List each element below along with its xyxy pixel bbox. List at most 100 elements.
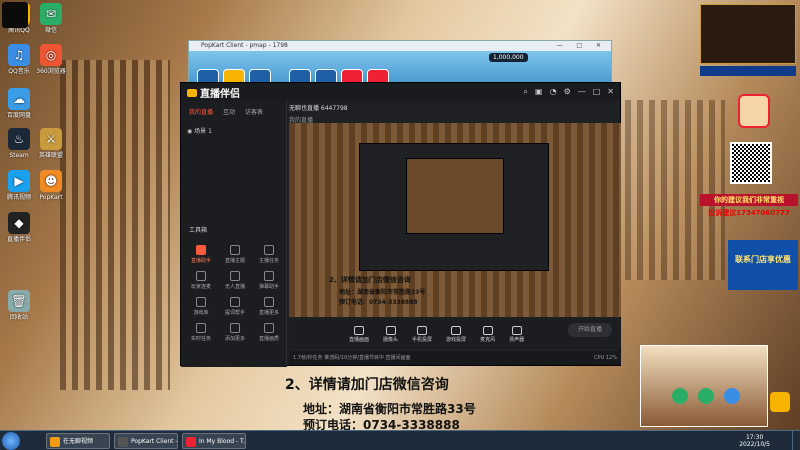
app-logo: 直播伴侣: [187, 85, 240, 100]
desktop-icon-label: 腾讯QQ: [8, 27, 30, 34]
control-icon: [482, 325, 493, 335]
toolbox-item[interactable]: 直播助手: [187, 245, 215, 264]
tool-label: 玩家连麦: [190, 284, 211, 290]
desktop-icon[interactable]: ✉ 微信: [34, 3, 68, 34]
control-icon: [354, 325, 364, 335]
desktop-icon[interactable]: ☁ 百度网盘: [2, 88, 36, 119]
task-label: 在无聊视频: [63, 438, 94, 445]
maximize-icon[interactable]: □: [593, 87, 601, 97]
app-icon: ▶: [8, 170, 30, 192]
customer-service-icon[interactable]: [672, 388, 688, 404]
tool-label: 主播任务: [258, 258, 279, 264]
gift-icon[interactable]: ▣: [535, 87, 543, 97]
start-live-button[interactable]: 开始直播: [568, 323, 612, 337]
toolbox-item[interactable]: 直播主题: [221, 245, 249, 264]
control-icon: [385, 325, 396, 335]
desktop-icon[interactable]: ▶ 腾讯视频: [2, 170, 36, 201]
desktop-icon[interactable]: ◎ 360浏览器: [34, 44, 68, 75]
game-window-titlebar[interactable]: PopKart Client - pmap - 1798 — □ ✕: [189, 41, 611, 51]
toolbox-item[interactable]: 无人直播: [221, 271, 249, 290]
desktop-icon[interactable]: ☻ PopKart: [34, 170, 68, 201]
tool-icon: [196, 245, 206, 255]
tool-label: 无人直播: [224, 284, 245, 290]
toolbox-item[interactable]: 直播更多: [255, 297, 283, 316]
taskbar-clock[interactable]: 17:30 2022/10/5: [739, 434, 770, 448]
tab-visitors[interactable]: 访客表: [245, 107, 263, 116]
tool-icon: [196, 323, 206, 333]
tool-icon: [230, 245, 240, 255]
preview-canvas[interactable]: 2、详情请加门店微信咨询 地址：湖南省衡阳市常胜路33号 预订电话：0734-3…: [289, 123, 621, 317]
toolbox-item[interactable]: 直播画质: [255, 323, 283, 342]
show-desktop-button[interactable]: [792, 431, 800, 450]
tab-interact[interactable]: 互动: [223, 107, 235, 116]
app-icon: 🗑: [8, 290, 30, 312]
desktop-icon[interactable]: ♨ Steam: [2, 128, 36, 159]
scene-item[interactable]: ◉ 场景 1: [181, 122, 286, 139]
toolbox-item[interactable]: 弹幕助手: [255, 271, 283, 290]
tool-label: 添加更多: [224, 336, 245, 342]
corner-logo: [2, 2, 28, 28]
tool-label: 提词帮手: [224, 310, 245, 316]
wallpaper-shelf-left: [60, 60, 170, 390]
desktop-icon[interactable]: ◆ 直播伴侣: [2, 212, 36, 243]
control-button[interactable]: 麦克风: [480, 325, 495, 343]
toolbox-item[interactable]: 实时任务: [187, 323, 215, 342]
live-companion-window[interactable]: 直播伴侣 ⌕ ▣ ◔ ⚙ — □ ✕ 我的直播 互动 访客表 ◉ 场景 1 工具…: [180, 82, 621, 367]
tool-label: 弹幕助手: [258, 284, 279, 290]
phone-icon[interactable]: [698, 388, 714, 404]
corner-app-icon[interactable]: [770, 392, 790, 412]
status-left: 1.7帧/秒任务 推流码/10分钟/直播节目中 直播间画面: [293, 355, 411, 361]
scene-label: 场景 1: [194, 128, 212, 135]
control-button[interactable]: 直播画面: [349, 325, 370, 343]
close-icon[interactable]: ✕: [607, 87, 614, 97]
eye-icon[interactable]: ◉: [187, 128, 192, 135]
toolbox-item[interactable]: 玩家连麦: [187, 271, 215, 290]
toolbox-item[interactable]: 游戏库: [187, 297, 215, 316]
toolbox-item[interactable]: 主播任务: [255, 245, 283, 264]
desktop-icon[interactable]: 🗑 回收站: [2, 290, 36, 321]
control-label: 手机投屏: [412, 336, 433, 343]
room-title: 无聊也直播 6447798: [289, 105, 348, 112]
taskbar-item[interactable]: In My Blood - T...: [182, 433, 246, 449]
nested-app-preview-inner: [406, 158, 504, 234]
tool-icon: [264, 245, 274, 255]
tab-my-live[interactable]: 我的直播: [189, 107, 213, 116]
status-right: CPU 12%: [594, 355, 617, 361]
settings-icon[interactable]: ⚙: [564, 87, 571, 97]
desktop-icon[interactable]: ♫ QQ音乐: [2, 44, 36, 75]
tool-label: 直播画质: [258, 336, 279, 342]
toolbox-item[interactable]: 添加更多: [221, 323, 249, 342]
minimize-icon[interactable]: —: [578, 87, 586, 97]
window-controls[interactable]: — □ ✕: [556, 41, 607, 51]
tool-icon: [264, 271, 274, 281]
desktop-icon-label: PopKart: [39, 194, 63, 201]
control-button[interactable]: 扬声器: [509, 325, 524, 343]
search-icon[interactable]: ⌕: [524, 87, 528, 97]
control-button[interactable]: 摄像头: [383, 325, 398, 343]
app-icon: ◆: [8, 212, 30, 234]
desktop-icon[interactable]: ⚔ 英雄联盟: [34, 128, 68, 159]
tool-label: 直播更多: [258, 310, 279, 316]
app-header: 直播伴侣 ⌕ ▣ ◔ ⚙ — □ ✕: [181, 83, 620, 101]
taskbar-item[interactable]: PopKart Client - ...: [114, 433, 178, 449]
toolbox-item[interactable]: 提词帮手: [221, 297, 249, 316]
tool-label: 直播助手: [190, 258, 211, 264]
taskbar-item[interactable]: 在无聊视频: [46, 433, 110, 449]
desktop-icon-label: Steam: [9, 152, 29, 159]
start-button[interactable]: [2, 432, 20, 450]
desktop-icon-label: 360浏览器: [36, 68, 66, 75]
room-photo-panel: [640, 345, 768, 427]
room-info: 无聊也直播 6447798 我的直播: [289, 103, 348, 124]
wechat-icon[interactable]: [724, 388, 740, 404]
clock-time: 17:30: [745, 434, 764, 441]
promo-contact: 投诉建议17347060777: [708, 209, 790, 217]
avatar: [738, 94, 770, 128]
toolbox-title: 工具箱: [189, 227, 208, 234]
step-text: 2、详情请加门店微信咨询: [285, 377, 449, 393]
bell-icon[interactable]: ◔: [550, 87, 557, 97]
control-button[interactable]: 游戏投屏: [446, 325, 466, 343]
control-label: 直播画面: [349, 336, 370, 343]
wallpaper-shelf-right: [625, 100, 725, 280]
tool-icon: [196, 297, 206, 307]
control-button[interactable]: 手机投屏: [412, 325, 433, 343]
